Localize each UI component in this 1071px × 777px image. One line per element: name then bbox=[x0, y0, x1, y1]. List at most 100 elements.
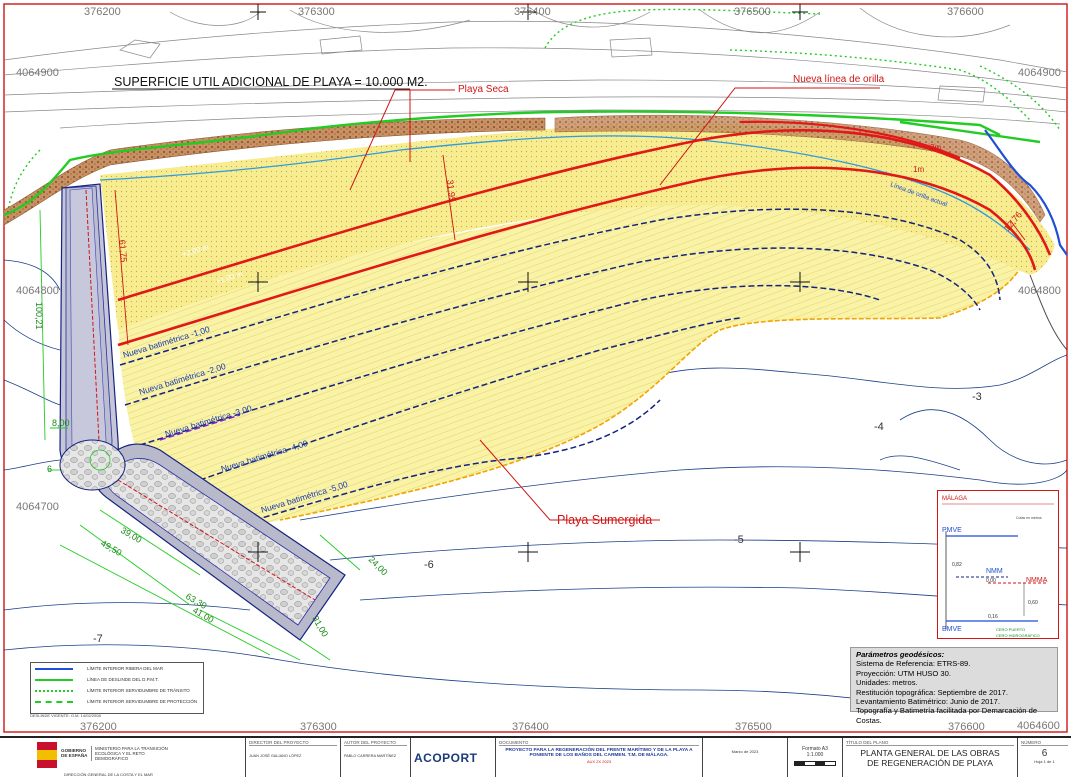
dim-green: 39,00 bbox=[119, 525, 144, 545]
legend-item: LÍMITE INTERIOR SERVIDUMBRE DE PROTECCIÓ… bbox=[31, 696, 203, 707]
level-cero1: CERO PUERTO bbox=[996, 627, 1025, 632]
number-cell: NÚMERO 6 Hoja 1 de 1 bbox=[1017, 738, 1071, 777]
number-head: NÚMERO bbox=[1021, 740, 1068, 746]
geodesic-line: Sistema de Referencia: ETRS-89. bbox=[856, 659, 971, 669]
sheet-number: 6 bbox=[1041, 748, 1048, 759]
legend-line-icon bbox=[35, 678, 73, 681]
level-v1: 0,82 bbox=[952, 562, 962, 568]
legend-footer: DESLINDE VIGENTE: O.M. 14/02/2008 bbox=[30, 713, 101, 718]
ministry-cell: GOBIERNO DE ESPAÑA MINISTERIO PARA LA TR… bbox=[0, 738, 245, 777]
company-cell: ACOPORT bbox=[410, 738, 495, 777]
legend-item: LÍNEA DE DESLINDE DEL D.P.M.T. bbox=[31, 674, 203, 685]
gov-label: GOBIERNO DE ESPAÑA bbox=[61, 748, 88, 758]
legend-label: LÍNEA DE DESLINDE DEL D.P.M.T. bbox=[87, 677, 159, 682]
legend-line-icon bbox=[35, 700, 73, 703]
level-nmma: NMMA bbox=[1026, 577, 1048, 584]
coord-x-top-2: 376400 bbox=[514, 6, 551, 18]
levels-units: Cotas en metros bbox=[1016, 516, 1042, 520]
geodesic-parameters: Parámetros geodésicos: Sistema de Refere… bbox=[850, 647, 1058, 725]
coord-y-left-2: 4064700 bbox=[16, 501, 59, 513]
geodesic-title: Parámetros geodésicos: bbox=[856, 650, 945, 659]
depth-mark: -6 bbox=[424, 559, 434, 571]
director-head: DIRECTOR DEL PROYECTO bbox=[249, 740, 337, 746]
dim-green: 49,50 bbox=[99, 538, 124, 558]
project-title: PROYECTO PARA LA REGENERACIÓN DEL FRENTE… bbox=[505, 748, 693, 758]
dim-green: 6 bbox=[47, 464, 52, 474]
geodesic-line: Topografía y Batimetría facilitada por D… bbox=[856, 706, 1038, 725]
legend: LÍMITE INTERIOR RIBERA DEL MAR LÍNEA DE … bbox=[30, 662, 204, 714]
title-block: GOBIERNO DE ESPAÑA MINISTERIO PARA LA TR… bbox=[0, 736, 1071, 777]
sheet-count: Hoja 1 de 1 bbox=[1034, 759, 1055, 764]
coord-y-left-1: 4064800 bbox=[16, 285, 59, 297]
coord-x-top-0: 376200 bbox=[84, 6, 121, 18]
depth-mark: -4 bbox=[874, 421, 884, 433]
depth-mark: -5 bbox=[734, 534, 744, 546]
legend-item: LÍMITE INTERIOR RIBERA DEL MAR bbox=[31, 663, 203, 674]
scale-label: 1:1.000 bbox=[806, 752, 824, 758]
contour-2-label: 2m bbox=[930, 143, 941, 152]
coord-y-right-1: 4064800 bbox=[1018, 285, 1061, 297]
plan-head: TÍTULO DEL PLANO bbox=[846, 740, 1014, 746]
coord-x-bottom-1: 376300 bbox=[300, 721, 337, 733]
geodesic-line: Restitución topográfica: Septiembre de 2… bbox=[856, 687, 1008, 697]
dim-green: 8,00 bbox=[52, 418, 70, 428]
dim-red: 61,75 bbox=[117, 239, 129, 262]
author-head: AUTOR DEL PROYECTO bbox=[344, 740, 407, 746]
depth-mark: -3 bbox=[972, 391, 982, 403]
document-head: DOCUMENTO bbox=[499, 740, 699, 746]
contour-1-label: 1m bbox=[913, 165, 924, 174]
plan-title-cell: TÍTULO DEL PLANO PLANTA GENERAL DE LAS O… bbox=[842, 738, 1017, 777]
coord-y-right-0: 4064900 bbox=[1018, 67, 1061, 79]
ministry-label: MINISTERIO PARA LA TRANSICIÓN ECOLÓGICA … bbox=[91, 746, 170, 761]
new-shoreline-label: Nueva línea de orilla bbox=[793, 74, 885, 85]
urban-area bbox=[3, 7, 1068, 129]
levels-place: MÁLAGA bbox=[942, 495, 967, 502]
submerged-beach-label: Playa Sumergida bbox=[557, 513, 652, 527]
geodesic-line: Unidades: metros. bbox=[856, 678, 918, 688]
depth-mark: -7 bbox=[93, 633, 103, 645]
legend-label: LÍMITE INTERIOR SERVIDUMBRE DE TRÁNSITO bbox=[87, 688, 190, 693]
coord-x-top-1: 376300 bbox=[298, 6, 335, 18]
dim-green: 100,21 bbox=[34, 302, 44, 330]
levels-svg: MÁLAGA Cotas en metros PMVE 0,82 NMM NMM… bbox=[942, 495, 1054, 638]
author-cell: AUTOR DEL PROYECTO PABLO CARRERA MARTÍNE… bbox=[340, 738, 410, 777]
surface-label: SUPERFICIE UTIL ADICIONAL DE PLAYA = 10.… bbox=[114, 75, 428, 89]
legend-line-icon bbox=[35, 689, 73, 692]
coord-x-top-4: 376600 bbox=[947, 6, 984, 18]
level-v4: 0,16 bbox=[988, 614, 998, 620]
geodesic-line: Proyección: UTM HUSO 30. bbox=[856, 668, 951, 678]
dim-green: 31,00 bbox=[310, 614, 330, 639]
level-v2: 0,00 bbox=[986, 578, 996, 584]
spain-emblem-icon bbox=[37, 742, 57, 768]
plan-title-1: PLANTA GENERAL DE LAS OBRAS bbox=[860, 748, 1000, 758]
project-ref: AUX 2X 2023 bbox=[586, 759, 612, 764]
date-label: Marzo de 2023 bbox=[731, 749, 759, 754]
legend-label: LÍMITE INTERIOR SERVIDUMBRE DE PROTECCIÓ… bbox=[87, 699, 198, 704]
coord-x-bottom-0: 376200 bbox=[80, 721, 117, 733]
geodesic-line: Levantamiento Batimétrico: Junio de 2017… bbox=[856, 697, 1000, 707]
legend-label: LÍMITE INTERIOR RIBERA DEL MAR bbox=[87, 666, 164, 671]
level-cero2: CERO HIDROGRÁFICO bbox=[996, 633, 1040, 638]
legend-line-icon bbox=[35, 667, 73, 670]
director-name: JUAN JOSÉ GALIANO LÓPEZ bbox=[249, 754, 302, 758]
director-cell: DIRECTOR DEL PROYECTO JUAN JOSÉ GALIANO … bbox=[245, 738, 340, 777]
dim-green: 24,00 bbox=[367, 554, 390, 577]
dry-beach-label: Playa Seca bbox=[458, 84, 509, 95]
coord-y-left-0: 4064900 bbox=[16, 67, 59, 79]
level-nmm: NMM bbox=[986, 568, 1003, 575]
legend-item: LÍMITE INTERIOR SERVIDUMBRE DE TRÁNSITO bbox=[31, 685, 203, 696]
coord-x-bottom-3: 376500 bbox=[735, 721, 772, 733]
level-pmve: PMVE bbox=[942, 527, 962, 534]
format-cell: Formato A3 1:1.000 bbox=[787, 738, 842, 777]
company-logo: ACOPORT bbox=[414, 751, 478, 765]
level-bmve: BMVE bbox=[942, 626, 962, 633]
level-v3: 0,60 bbox=[1028, 600, 1038, 606]
author-name: PABLO CARRERA MARTÍNEZ bbox=[344, 754, 397, 758]
date-cell: Marzo de 2023 bbox=[702, 738, 787, 777]
coord-x-top-3: 376500 bbox=[734, 6, 771, 18]
project-cell: DOCUMENTO PROYECTO PARA LA REGENERACIÓN … bbox=[495, 738, 702, 777]
scale-bar-icon bbox=[794, 761, 836, 766]
tidal-levels-diagram: MÁLAGA Cotas en metros PMVE 0,82 NMM NMM… bbox=[937, 490, 1059, 639]
plan-title-2: DE REGENERACIÓN DE PLAYA bbox=[867, 758, 993, 768]
coord-x-bottom-2: 376400 bbox=[512, 721, 549, 733]
